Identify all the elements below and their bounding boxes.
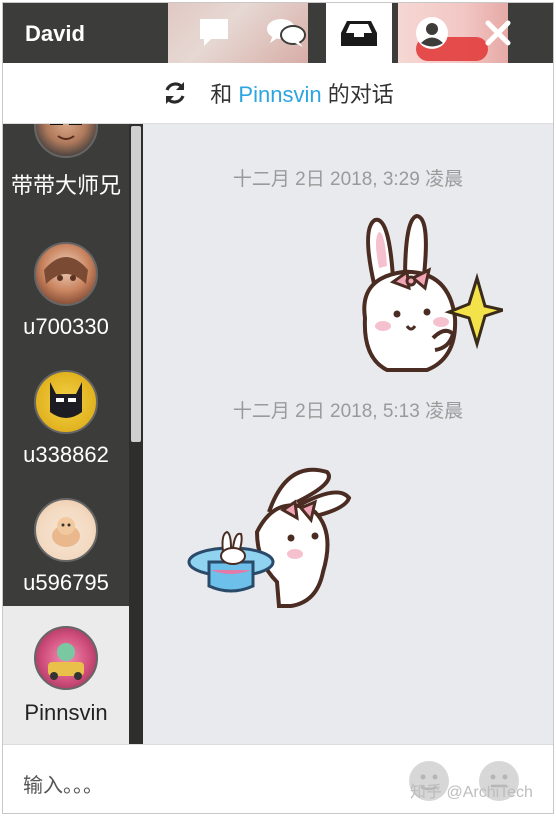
top-bar: David bbox=[3, 3, 553, 65]
avatar bbox=[34, 498, 98, 562]
scrollbar-thumb[interactable] bbox=[131, 126, 141, 442]
contact-item[interactable]: u596795 bbox=[3, 470, 129, 598]
conversation-partner-name[interactable]: Pinnsvin bbox=[238, 82, 321, 107]
chat-window: David 和 Pinnsvin 的对话 带带大师兄 u700330 u3388… bbox=[2, 2, 554, 814]
contact-item-active[interactable]: Pinnsvin bbox=[3, 606, 129, 744]
tab-inbox[interactable] bbox=[326, 3, 392, 65]
tab-messages[interactable] bbox=[181, 3, 247, 63]
conversation-header: 和 Pinnsvin 的对话 bbox=[3, 63, 553, 124]
contact-name: u596795 bbox=[23, 570, 109, 595]
avatar bbox=[34, 124, 98, 158]
inbox-icon bbox=[341, 21, 377, 46]
message-input[interactable]: 输入。。。 bbox=[23, 769, 103, 798]
bunny-hat-sticker bbox=[187, 467, 352, 608]
contact-scrollbar[interactable] bbox=[129, 124, 143, 744]
contact-name: 带带大师兄 bbox=[10, 173, 121, 198]
tab-profile[interactable] bbox=[399, 3, 465, 63]
contact-name: u700330 bbox=[23, 314, 109, 339]
user-icon bbox=[416, 17, 448, 49]
conversation-title: 和 Pinnsvin 的对话 bbox=[210, 77, 393, 109]
avatar bbox=[34, 242, 98, 306]
contact-item[interactable]: 带带大师兄 bbox=[3, 124, 129, 214]
message-pane: 十二月 2日 2018, 3:29 凌晨 十二月 2日 2018, 5:13 凌… bbox=[143, 124, 553, 744]
contact-name: Pinnsvin bbox=[24, 700, 108, 725]
contact-name: u338862 bbox=[23, 442, 109, 467]
watermark: 知乎 @ArchiTech bbox=[410, 784, 533, 801]
contact-item[interactable]: u338862 bbox=[3, 342, 129, 470]
message-icon bbox=[200, 19, 228, 46]
close-button[interactable] bbox=[465, 3, 531, 63]
avatar bbox=[34, 626, 98, 690]
user-name: David bbox=[25, 21, 85, 46]
title-prefix: 和 bbox=[210, 82, 233, 107]
title-suffix: 的对话 bbox=[327, 82, 394, 107]
bunny-star-sticker bbox=[362, 213, 503, 372]
contact-list: 带带大师兄 u700330 u338862 u596795 Pinnsvin bbox=[3, 124, 129, 744]
message-timestamp: 十二月 2日 2018, 5:13 凌晨 bbox=[232, 401, 464, 422]
refresh-button[interactable] bbox=[162, 80, 188, 106]
message-timestamp: 十二月 2日 2018, 3:29 凌晨 bbox=[232, 169, 464, 190]
tab-group-chat[interactable] bbox=[253, 3, 319, 63]
chat-bubbles-icon bbox=[267, 19, 306, 47]
close-icon bbox=[485, 20, 511, 46]
contact-item[interactable]: u700330 bbox=[3, 214, 129, 342]
refresh-icon bbox=[165, 82, 185, 104]
avatar bbox=[34, 370, 98, 434]
